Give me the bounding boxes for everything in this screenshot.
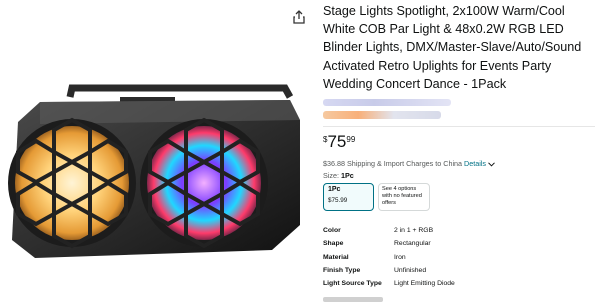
option-price: $75.99	[328, 197, 348, 205]
spec-row: Light Source Type Light Emitting Diode	[323, 277, 595, 290]
shipping-info: $36.88 Shipping & Import Charges to Chin…	[323, 159, 595, 168]
size-value: 1Pc	[340, 171, 354, 181]
price-whole: 75	[327, 132, 347, 152]
shipping-details-link[interactable]: Details	[464, 159, 486, 168]
size-selector-label: Size: 1Pc	[323, 171, 595, 180]
spec-value: Light Emitting Diode	[394, 280, 455, 288]
brand-store-link[interactable]	[323, 99, 451, 107]
spec-row: Material Iron	[323, 251, 595, 264]
option-name: 1Pc	[328, 186, 341, 194]
spec-key: Color	[323, 227, 341, 235]
rating-summary[interactable]	[323, 111, 441, 120]
spec-row: Shape Rectangular	[323, 237, 595, 250]
spec-value: Unfinished	[394, 267, 427, 275]
product-title: Stage Lights Spotlight, 2x100W Warm/Cool…	[323, 4, 582, 91]
share-icon[interactable]	[292, 10, 306, 24]
product-image[interactable]	[0, 0, 315, 281]
spec-value: Iron	[394, 253, 406, 261]
spec-key: Material	[323, 253, 349, 261]
price-fraction: 99	[346, 135, 356, 145]
size-option-more[interactable]: See 4 options with no featured offers	[378, 183, 430, 212]
spec-row: Finish Type Unfinished	[323, 264, 595, 277]
shipping-text: $36.88 Shipping & Import Charges to Chin…	[323, 159, 463, 169]
product-image-panel[interactable]	[0, 0, 315, 281]
spec-value: Rectangular	[394, 240, 431, 248]
size-options: 1Pc $75.99 See 4 options with no feature…	[323, 183, 595, 212]
chevron-down-icon[interactable]	[488, 162, 495, 167]
spec-row: Color 2 in 1 + RGB	[323, 224, 595, 237]
about-heading-cutoff	[323, 296, 383, 302]
size-label: Size:	[323, 171, 339, 181]
spec-value: 2 in 1 + RGB	[394, 227, 434, 235]
size-option-1pc[interactable]: 1Pc $75.99	[323, 183, 374, 212]
product-info: Stage Lights Spotlight, 2x100W Warm/Cool…	[323, 0, 595, 302]
spec-key: Shape	[323, 240, 344, 248]
divider	[323, 126, 595, 128]
spec-key: Finish Type	[323, 267, 361, 275]
price: $ 75 99	[323, 133, 595, 151]
spec-key: Light Source Type	[323, 280, 382, 288]
